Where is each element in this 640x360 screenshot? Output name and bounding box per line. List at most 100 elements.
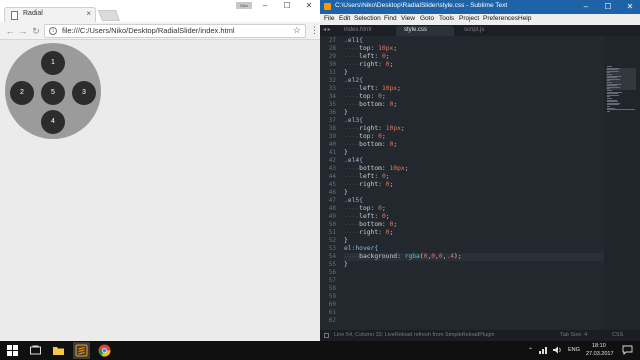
tab-close-icon[interactable]: × [86,9,91,18]
menu-preferences[interactable]: Preferences [483,15,518,22]
radial-button-4[interactable]: 4 [41,110,65,134]
code-line-current[interactable]: ----background: rgba(0,0,0,.4); [344,253,604,261]
code-line[interactable]: .el5{ [344,197,363,205]
menu-view[interactable]: View [401,15,415,22]
code-line[interactable]: .el2{ [344,77,363,85]
menu-goto[interactable]: Goto [420,15,434,22]
menu-file[interactable]: File [324,15,334,22]
menu-selection[interactable]: Selection [354,15,381,22]
tab-script-js[interactable]: script.js [456,26,514,36]
status-tab-size[interactable]: Tab Size: 4 [560,332,587,338]
address-bar[interactable]: i file:///C:/Users/Niko/Desktop/RadialSl… [44,24,306,38]
tab-style-css[interactable]: style.css [396,26,454,36]
forward-icon[interactable]: → [17,25,29,37]
radial-button-2[interactable]: 2 [10,81,34,105]
code-line[interactable]: ----right: 0; [344,181,393,189]
menu-tools[interactable]: Tools [439,15,454,22]
new-tab-button[interactable] [97,10,121,21]
line-number: 38 [328,125,336,132]
line-number: 43 [328,165,336,172]
code-line[interactable]: ----top: 0; [344,133,386,141]
line-number: 54 [328,253,336,260]
code-line[interactable]: el:hover{ [344,245,378,253]
code-line[interactable]: ----right: 0; [344,61,393,69]
code-line[interactable]: ----top: 0; [344,93,386,101]
notifications-icon[interactable] [622,345,633,355]
sublime-taskbar-active[interactable] [73,342,90,359]
menu-edit[interactable]: Edit [339,15,350,22]
code-line[interactable]: } [344,261,348,269]
line-number: 29 [328,53,336,60]
maximize-icon[interactable]: ☐ [598,0,618,14]
minimap[interactable] [604,36,640,330]
code-line[interactable]: ----left: 10px; [344,85,401,93]
start-windows-icon[interactable] [6,344,19,357]
code-line[interactable]: ----right: 0; [344,229,393,237]
line-number: 48 [328,205,336,212]
tab-index-html[interactable]: index.html [336,26,394,36]
radial-slider: 1 2 5 3 4 [5,43,101,139]
line-number: 58 [328,285,336,292]
chrome-menu-icon[interactable]: ⋮ [310,25,319,36]
clock-time[interactable]: 18:10 [592,343,606,349]
panel-toggle-icon[interactable] [324,333,329,338]
radial-button-5[interactable]: 5 [41,81,65,105]
back-icon[interactable]: ← [4,25,16,37]
menu-find[interactable]: Find [384,15,397,22]
close-icon[interactable]: ✕ [298,0,320,12]
tray-chevron-icon[interactable]: ⌃ [528,347,533,354]
maximize-icon[interactable]: ☐ [276,0,298,12]
sublime-status-bar: Line 54, Column 33; LiveReload refresh f… [320,330,640,341]
windows-taskbar: ⌃ ENG 18:10 27.03.2017 [0,341,640,360]
code-line[interactable]: .el3{ [344,117,363,125]
code-line[interactable]: ----bottom: 0; [344,221,397,229]
menu-project[interactable]: Project [459,15,479,22]
code-line[interactable]: ----top: 0; [344,205,386,213]
network-icon[interactable] [538,345,548,355]
code-line[interactable]: ----right: 10px; [344,125,405,133]
reload-icon[interactable]: ↻ [30,25,42,37]
sublime-menubar: File Edit Selection Find View Goto Tools… [320,14,640,25]
volume-icon[interactable] [552,345,562,355]
code-line[interactable]: ----left: 0; [344,173,390,181]
code-line[interactable]: ----bottom: 0; [344,101,397,109]
code-line[interactable]: } [344,189,348,197]
code-line[interactable]: } [344,149,348,157]
url-text[interactable]: file:///C:/Users/Niko/Desktop/RadialSlid… [62,26,235,35]
clock-date[interactable]: 27.03.2017 [586,351,614,357]
line-number: 37 [328,117,336,124]
chrome-icon[interactable] [98,344,111,357]
code-editor[interactable]: .el1{----top: 10px; ----left: 0; ----right… [344,36,604,330]
page-icon [11,11,18,20]
code-line[interactable]: } [344,109,348,117]
code-line[interactable]: ----bottom: 10px; [344,165,408,173]
task-view-icon[interactable] [29,344,42,357]
line-number: 53 [328,245,336,252]
radial-button-3[interactable]: 3 [72,81,96,105]
profile-chip[interactable]: Niko [236,2,252,9]
code-line[interactable]: .el1{ [344,37,363,45]
minimap-line [607,109,635,111]
bookmark-star-icon[interactable]: ☆ [293,25,301,36]
code-line[interactable]: } [344,69,348,77]
radial-button-1[interactable]: 1 [41,51,65,75]
keyboard-language[interactable]: ENG [568,347,580,353]
status-syntax[interactable]: CSS [612,332,623,338]
code-line[interactable]: .el4{ [344,157,363,165]
tab-scroll-arrows[interactable]: ◂ ▸ [323,26,331,33]
page-info-icon[interactable]: i [49,27,57,35]
code-line[interactable]: ----top: 10px; [344,45,397,53]
minimize-icon[interactable]: – [254,0,276,12]
file-explorer-icon[interactable] [52,344,65,357]
code-line[interactable]: ----left: 0; [344,213,390,221]
browser-toolbar: ← → ↻ i file:///C:/Users/Niko/Desktop/Ra… [0,22,320,40]
menu-help[interactable]: Help [518,15,531,22]
code-line[interactable]: } [344,237,348,245]
code-line[interactable]: ----bottom: 0; [344,141,397,149]
minimize-icon[interactable]: – [576,0,596,14]
browser-tab-radial[interactable]: Radial × [4,7,96,22]
close-icon[interactable]: ✕ [620,0,640,14]
line-number: 47 [328,197,336,204]
line-number: 49 [328,213,336,220]
code-line[interactable]: ----left: 0; [344,53,390,61]
